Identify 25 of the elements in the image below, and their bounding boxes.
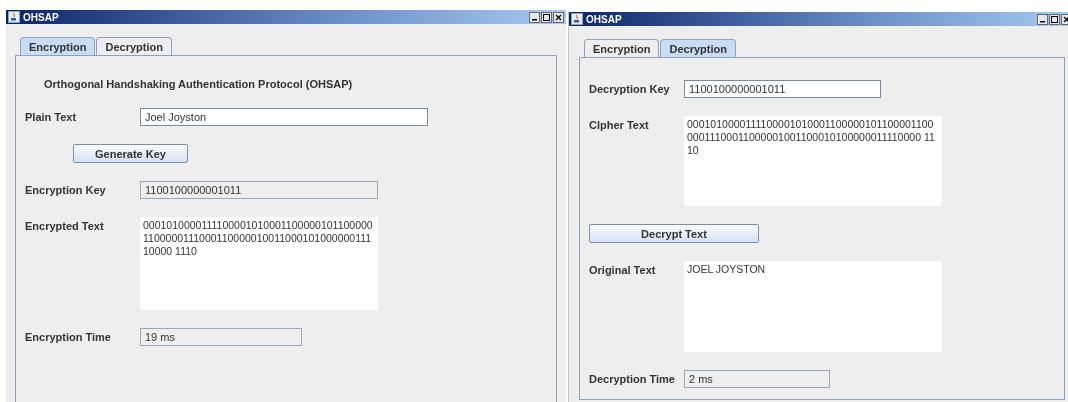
action-button[interactable]: Decrypt Text — [589, 224, 759, 243]
text-area[interactable]: 000101000011110000101000110000010110000110000011100011000001001100010100000011110000 1110 — [684, 116, 942, 206]
field-label: Encrypted Text — [25, 219, 105, 232]
field-label: Clpher Text — [589, 118, 650, 131]
text-field[interactable]: 19 ms — [140, 328, 302, 346]
text-area[interactable]: 0001010000111100001010001100000101100000110000011100011000001001100010100000011110000 1110 — [140, 217, 378, 310]
text-field[interactable]: 1100100000001011 — [140, 181, 378, 199]
tab[interactable]: Decryption — [660, 39, 736, 57]
window-title: OHSAP — [23, 11, 59, 23]
field-label: Encryption Time — [25, 331, 112, 343]
protocol-heading: Orthogonal Handshaking Authentication Protocol (OHSAP) — [44, 78, 353, 90]
field-label: Plain Text — [25, 111, 78, 123]
window-title: OHSAP — [586, 13, 622, 25]
tab[interactable]: Encryption — [584, 39, 660, 57]
field-label: Decryption Key — [589, 83, 671, 95]
text-area[interactable]: JOEL JOYSTON — [684, 261, 942, 352]
action-button[interactable]: Generate Key — [73, 144, 188, 163]
text-field[interactable]: 1100100000001011 — [684, 80, 881, 98]
text-field[interactable]: 2 ms — [684, 370, 830, 388]
field-label: Original Text — [589, 263, 657, 276]
text-field[interactable]: Joel Joyston — [140, 108, 428, 126]
field-label: Encryption Key — [25, 184, 107, 196]
field-label: Decryption Time — [589, 373, 676, 385]
tab[interactable]: Encryption — [20, 37, 96, 55]
tab[interactable]: Decryption — [96, 37, 172, 55]
